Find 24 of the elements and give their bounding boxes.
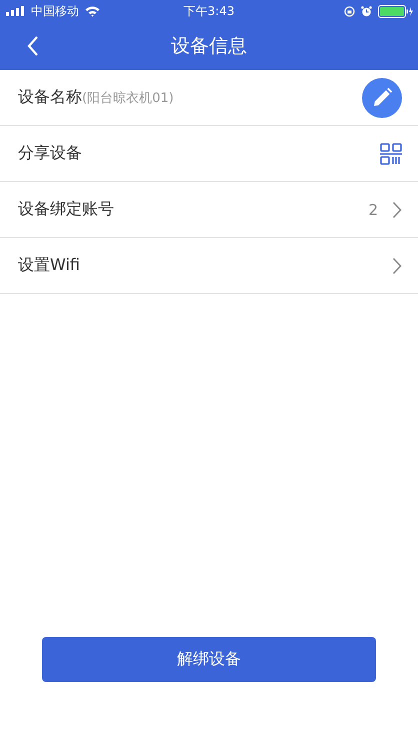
- settings-row[interactable]: 设备绑定账号 2: [0, 182, 418, 238]
- wifi-icon: [85, 6, 100, 16]
- alarm-icon: [361, 6, 372, 16]
- edit-icon[interactable]: [362, 78, 402, 118]
- device-name-value: (阳台晾衣机01): [82, 90, 174, 107]
- settings-row[interactable]: 设置Wifi: [0, 238, 418, 294]
- carrier-name: 中国移动: [31, 2, 79, 20]
- row-label: 设备名称: [18, 87, 82, 108]
- qr-code-icon[interactable]: [380, 142, 402, 164]
- chevron-icon: [392, 200, 402, 218]
- chevron-icon: [392, 256, 402, 274]
- settings-row[interactable]: 分享设备: [0, 126, 418, 182]
- account-count: 2: [368, 200, 378, 218]
- row-label: 分享设备: [18, 143, 82, 164]
- back-icon[interactable]: [27, 36, 39, 56]
- rotation-lock-icon: [344, 6, 355, 16]
- page-title: 设备信息: [171, 34, 247, 59]
- row-label: 设备绑定账号: [18, 199, 114, 220]
- battery-icon: [378, 4, 413, 18]
- signal-icon: [6, 6, 25, 16]
- settings-row[interactable]: 设备名称(阳台晾衣机01): [0, 70, 418, 126]
- unbind-button[interactable]: 解绑设备: [42, 637, 376, 682]
- clock-time: 下午3:43: [182, 2, 236, 20]
- row-label: 设置Wifi: [18, 255, 80, 276]
